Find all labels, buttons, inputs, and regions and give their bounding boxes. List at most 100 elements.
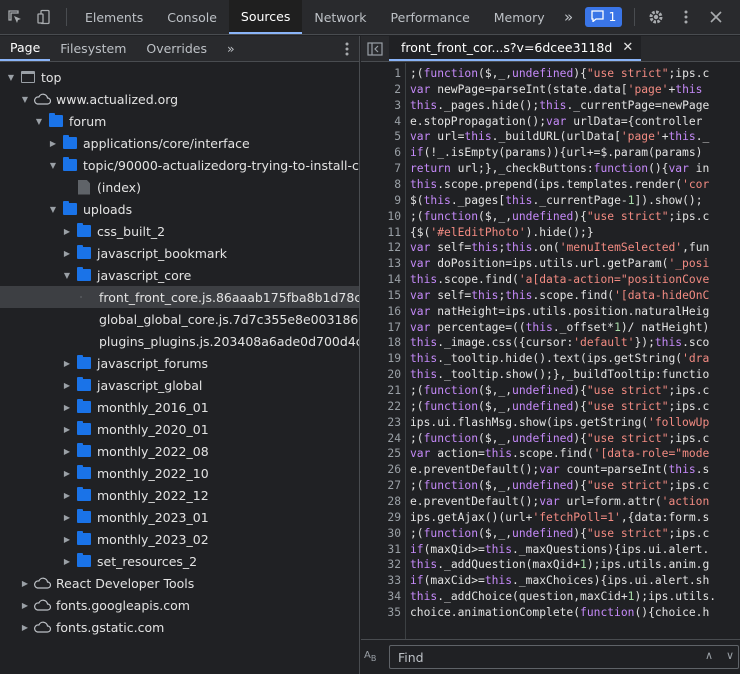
line-number[interactable]: 18 — [361, 335, 401, 351]
tree-item[interactable]: · front_front_core.js.86aaab175fba8b1d78c… — [0, 286, 359, 308]
chevron-down-icon[interactable]: ∨ — [721, 649, 739, 665]
tree-item[interactable]: ▶ monthly_2022_10 — [0, 462, 359, 484]
collapse-arrow-icon[interactable]: ▶ — [62, 249, 72, 258]
line-number[interactable]: 3 — [361, 98, 401, 114]
tab-console[interactable]: Console — [155, 0, 229, 34]
line-number[interactable]: 9 — [361, 193, 401, 209]
line-number[interactable]: 22 — [361, 399, 401, 415]
tree-item[interactable]: ▼ topic/90000-actualizedorg-trying-to-ins… — [0, 154, 359, 176]
line-number[interactable]: 5 — [361, 129, 401, 145]
tab-performance[interactable]: Performance — [379, 0, 482, 34]
tree-item[interactable]: ▶ fonts.googleapis.com — [0, 594, 359, 616]
line-number[interactable]: 2 — [361, 82, 401, 98]
line-number[interactable]: 35 — [361, 605, 401, 621]
tree-item[interactable]: ▶ javascript_global — [0, 374, 359, 396]
tree-item[interactable]: ▶ monthly_2020_01 — [0, 418, 359, 440]
line-number[interactable]: 33 — [361, 573, 401, 589]
tree-item[interactable]: ▼ www.actualized.org — [0, 88, 359, 110]
line-number[interactable]: 13 — [361, 256, 401, 272]
line-number[interactable]: 15 — [361, 288, 401, 304]
line-number[interactable]: 8 — [361, 177, 401, 193]
issues-badge[interactable]: 1 — [584, 7, 623, 27]
open-file-tab[interactable]: front_front_cor...s?v=6dcee3118d ✕ — [389, 36, 642, 61]
navigator-menu-icon[interactable] — [335, 36, 359, 61]
tree-item[interactable]: ▼ forum — [0, 110, 359, 132]
line-number[interactable]: 20 — [361, 367, 401, 383]
code-view[interactable]: 1 ;(function($,_,undefined){"use strict";… — [361, 63, 740, 653]
line-number[interactable]: 17 — [361, 320, 401, 336]
collapse-arrow-icon[interactable]: ▶ — [20, 579, 30, 588]
expand-arrow-icon[interactable]: ▼ — [48, 205, 58, 214]
gear-icon[interactable] — [641, 0, 671, 34]
line-number[interactable]: 29 — [361, 510, 401, 526]
line-number[interactable]: 7 — [361, 161, 401, 177]
tab-page[interactable]: Page — [0, 36, 51, 61]
tab-elements[interactable]: Elements — [73, 0, 155, 34]
line-number[interactable]: 12 — [361, 240, 401, 256]
more-navigator-tabs[interactable]: » — [217, 36, 245, 61]
tree-item[interactable]: ▶ css_built_2 — [0, 220, 359, 242]
collapse-arrow-icon[interactable]: ▶ — [62, 469, 72, 478]
tree-item[interactable]: ▶ applications/core/interface — [0, 132, 359, 154]
line-number[interactable]: 10 — [361, 209, 401, 225]
expand-arrow-icon[interactable]: ▼ — [48, 161, 58, 170]
tree-item[interactable]: ▶ fonts.gstatic.com — [0, 616, 359, 638]
tab-overrides[interactable]: Overrides — [136, 36, 217, 61]
tab-sources[interactable]: Sources — [228, 0, 303, 34]
line-number[interactable]: 25 — [361, 446, 401, 462]
tree-item[interactable]: ▶ monthly_2023_02 — [0, 528, 359, 550]
close-icon[interactable] — [701, 0, 731, 34]
tree-item[interactable]: (index) — [0, 176, 359, 198]
line-number[interactable]: 30 — [361, 526, 401, 542]
line-number[interactable]: 6 — [361, 145, 401, 161]
tree-item[interactable]: ▼ top — [0, 66, 359, 88]
collapse-arrow-icon[interactable]: ▶ — [20, 601, 30, 610]
collapse-arrow-icon[interactable]: ▶ — [62, 535, 72, 544]
tab-memory[interactable]: Memory — [482, 0, 557, 34]
collapse-arrow-icon[interactable]: ▶ — [62, 557, 72, 566]
line-number[interactable]: 27 — [361, 478, 401, 494]
tree-item[interactable]: ▶ monthly_2022_08 — [0, 440, 359, 462]
tree-item[interactable]: ▼ uploads — [0, 198, 359, 220]
device-toolbar-icon[interactable] — [30, 0, 60, 34]
expand-arrow-icon[interactable]: ▼ — [20, 95, 30, 104]
match-case-icon[interactable]: AB — [364, 650, 376, 663]
tree-item[interactable]: global_global_core.js.7d7c355e8e00318603 — [0, 308, 359, 330]
tree-item[interactable]: ▶ React Developer Tools — [0, 572, 359, 594]
collapse-arrow-icon[interactable]: ▶ — [48, 139, 58, 148]
tab-filesystem[interactable]: Filesystem — [50, 36, 136, 61]
tree-item[interactable]: ▶ monthly_2022_12 — [0, 484, 359, 506]
line-number[interactable]: 1 — [361, 66, 401, 82]
collapse-arrow-icon[interactable]: ▶ — [62, 227, 72, 236]
inspect-element-icon[interactable] — [0, 0, 30, 34]
line-number[interactable]: 31 — [361, 542, 401, 558]
collapse-arrow-icon[interactable]: ▶ — [62, 381, 72, 390]
collapse-arrow-icon[interactable]: ▶ — [62, 403, 72, 412]
line-number[interactable]: 23 — [361, 415, 401, 431]
chevron-up-icon[interactable]: ∧ — [700, 649, 718, 665]
tab-network[interactable]: Network — [302, 0, 378, 34]
line-number[interactable]: 28 — [361, 494, 401, 510]
line-number[interactable]: 14 — [361, 272, 401, 288]
tree-item[interactable]: ▶ javascript_forums — [0, 352, 359, 374]
expand-arrow-icon[interactable]: ▼ — [34, 117, 44, 126]
collapse-arrow-icon[interactable]: ▶ — [62, 513, 72, 522]
toggle-navigator-icon[interactable] — [361, 36, 389, 61]
expand-arrow-icon[interactable]: ▼ — [6, 73, 16, 82]
tree-item[interactable]: ▶ monthly_2023_01 — [0, 506, 359, 528]
line-number[interactable]: 11 — [361, 225, 401, 241]
line-number[interactable]: 16 — [361, 304, 401, 320]
tree-item[interactable]: ▶ javascript_bookmark — [0, 242, 359, 264]
more-tabs-button[interactable]: » — [557, 0, 581, 34]
tree-item[interactable]: ▶ set_resources_2 — [0, 550, 359, 572]
collapse-arrow-icon[interactable]: ▶ — [62, 359, 72, 368]
line-number[interactable]: 4 — [361, 114, 401, 130]
line-number[interactable]: 26 — [361, 462, 401, 478]
kebab-menu-icon[interactable] — [671, 0, 701, 34]
collapse-arrow-icon[interactable]: ▶ — [62, 425, 72, 434]
collapse-arrow-icon[interactable]: ▶ — [20, 623, 30, 632]
tree-item[interactable]: ▼ javascript_core — [0, 264, 359, 286]
collapse-arrow-icon[interactable]: ▶ — [62, 491, 72, 500]
collapse-arrow-icon[interactable]: ▶ — [62, 447, 72, 456]
tree-item[interactable]: ▶ monthly_2016_01 — [0, 396, 359, 418]
